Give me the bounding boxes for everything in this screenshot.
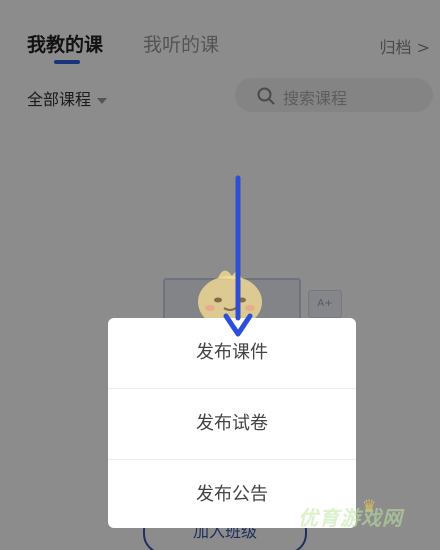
- publish-exam-option[interactable]: 发布试卷: [108, 389, 356, 460]
- publish-action-sheet: 发布课件 发布试卷 发布公告: [108, 318, 356, 528]
- app-screen: 我教的课 我听的课 归档 > 全部课程 搜索课程 A+ 加入班级 发布课件 发布…: [0, 0, 440, 550]
- site-watermark: 优育游戏网: [298, 506, 403, 530]
- publish-courseware-option[interactable]: 发布课件: [108, 318, 356, 389]
